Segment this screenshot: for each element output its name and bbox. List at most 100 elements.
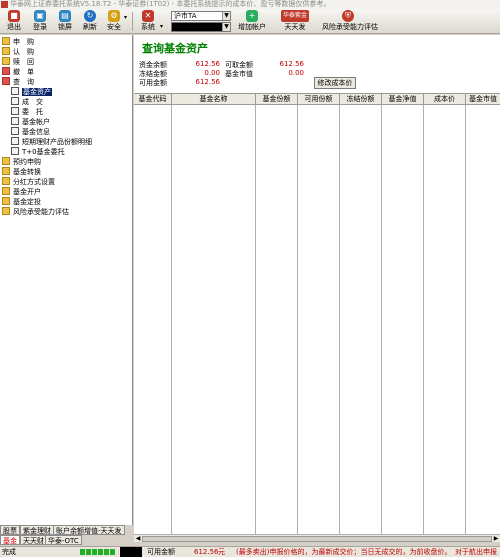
market-value-label: 基金市值 [225, 70, 253, 78]
document-icon [11, 87, 19, 95]
scroll-right-icon[interactable]: ▶ [492, 535, 500, 542]
tree-item-label: 基金开户 [13, 188, 41, 196]
tree-item-short-term-detail[interactable]: 短期理财产品份额明细 [11, 137, 92, 147]
tab-balance-tiantianfa[interactable]: 账户余额增值-天天发 [53, 525, 125, 535]
document-icon [11, 137, 19, 145]
tree-item-label: 风险承受能力评估 [13, 208, 69, 216]
login-icon: ▣ [34, 10, 46, 22]
tree-item-label: T+0基金委托 [22, 148, 65, 156]
exit-button[interactable]: ■ 退出 [1, 10, 27, 33]
security-button[interactable]: ⚙ 安全 [103, 10, 125, 33]
tree-item-fund-info[interactable]: 基金信息 [11, 127, 50, 137]
system-dropdown-icon[interactable]: ▾ [160, 23, 163, 30]
tree-item-subscribe[interactable]: 申 购 [2, 37, 34, 47]
column-header-fund-name[interactable]: 基金名称 [172, 94, 256, 105]
tree-item-risk-assessment[interactable]: 风险承受能力评估 [2, 207, 69, 217]
column-header-market-value[interactable]: 基金市值 [466, 94, 500, 105]
exit-icon: ■ [8, 10, 20, 22]
tree-item-label: 分红方式设置 [13, 178, 55, 186]
tree-item-scheduled-subscribe[interactable]: 预约申购 [2, 157, 41, 167]
toolbar: ■ 退出 ▣ 登录 ▤ 锁屏 ↻ 刷新 ⚙ 安全 ▾ ✕ 系统 ▾ 沪市TA ▼… [0, 9, 500, 34]
folder-icon [2, 47, 10, 55]
add-account-icon: + [246, 10, 258, 22]
column-header-frozen-shares[interactable]: 冻结份额 [340, 94, 382, 105]
tree-item-t0-orders[interactable]: T+0基金委托 [11, 147, 65, 157]
tab-fund[interactable]: 基金 [0, 535, 20, 545]
lock-label: 锁屏 [58, 23, 72, 31]
tree-item-fund-account[interactable]: 基金帐户 [11, 117, 50, 127]
tree-item-auto-invest[interactable]: 基金定投 [2, 197, 41, 207]
account-type-select[interactable]: 沪市TA ▼ [171, 11, 231, 21]
tree-item-ipo-subscribe[interactable]: 认 购 [2, 47, 34, 57]
document-icon [11, 97, 19, 105]
lock-screen-button[interactable]: ▤ 锁屏 [52, 10, 78, 33]
horizontal-scrollbar[interactable]: ◀ ▶ [134, 534, 500, 542]
folder-icon [2, 57, 10, 65]
column-header-fund-shares[interactable]: 基金份额 [256, 94, 298, 105]
connection-indicator [110, 549, 115, 555]
chevron-down-icon[interactable]: ▼ [222, 12, 230, 20]
account-type-value: 沪市TA [174, 12, 197, 20]
chevron-down-icon[interactable]: ▼ [222, 23, 230, 31]
column-header-available-shares[interactable]: 可用份额 [298, 94, 340, 105]
window-title: 华泰网上证券委托系统V5.18.T2 - 华泰证券(1T02) - 本委托系统提… [10, 0, 331, 8]
tab-zijin-finance[interactable]: 紫金理财 [20, 525, 54, 535]
tab-otc[interactable]: 华泰-OTC [45, 535, 82, 545]
tiantianfa-label: 天天发 [284, 23, 306, 31]
tree-item-fund-assets[interactable]: 基金资产 [11, 87, 52, 97]
account-number-select[interactable]: ▼ [171, 22, 231, 32]
tree-item-fund-convert[interactable]: 基金转换 [2, 167, 41, 177]
scrollbar-thumb[interactable] [142, 536, 492, 542]
column-header-cost-price[interactable]: 成本价 [424, 94, 466, 105]
login-button[interactable]: ▣ 登录 [27, 10, 53, 33]
tree-item-label: 短期理财产品份额明细 [22, 138, 92, 146]
tree-item-label: 基金转换 [13, 168, 41, 176]
tree-item-redeem[interactable]: 赎 回 [2, 57, 34, 67]
connection-indicator [98, 549, 103, 555]
folder-icon [2, 177, 10, 185]
withdrawable-value: 612.56 [279, 60, 305, 68]
column-header-fund-code[interactable]: 基金代码 [134, 94, 172, 105]
security-dropdown-icon[interactable]: ▾ [124, 14, 127, 21]
add-account-button[interactable]: + 增加帐户 [237, 10, 267, 33]
document-icon [11, 147, 19, 155]
main-panel: 查询基金资产 资金余额 612.56 可取金额 612.56 冻结金额 0.00… [134, 35, 500, 534]
scroll-left-icon[interactable]: ◀ [134, 535, 142, 542]
fund-assets-table[interactable]: 基金代码 基金名称 基金份额 可用份额 冻结份额 基金净值 成本价 基金市值 [134, 93, 500, 534]
tree-item-label: 认 购 [13, 48, 34, 56]
tree-item-label: 成 交 [22, 98, 43, 106]
tree-item-orders[interactable]: 委 托 [11, 107, 43, 117]
security-label: 安全 [107, 23, 121, 31]
tree-item-label: 撤 单 [13, 68, 34, 76]
tree-item-label: 基金帐户 [22, 118, 50, 126]
system-button[interactable]: ✕ 系统 [135, 10, 161, 33]
tree-item-cancel-order[interactable]: 撤 单 [2, 67, 34, 77]
document-icon [11, 107, 19, 115]
nav-tree: 申 购 认 购 赎 回 撤 单 查 询 基金资产 成 交 委 托 基金帐户 基金… [0, 35, 133, 525]
table-column [424, 105, 466, 534]
column-header-net-value[interactable]: 基金净值 [382, 94, 424, 105]
exit-label: 退出 [7, 23, 21, 31]
modify-cost-button[interactable]: 修改成本价 [314, 77, 356, 89]
table-column [134, 105, 172, 534]
tiantianfa-button[interactable]: 华泰紫金 天天发 [280, 10, 310, 33]
folder-icon [2, 207, 10, 215]
tree-item-label: 申 购 [13, 38, 34, 46]
tab-tiantiancai[interactable]: 天天财 [20, 535, 47, 545]
table-column [382, 105, 424, 534]
table-header: 基金代码 基金名称 基金份额 可用份额 冻结份额 基金净值 成本价 基金市值 [134, 94, 500, 105]
refresh-icon: ↻ [84, 10, 96, 22]
tree-item-query[interactable]: 查 询 [2, 77, 34, 87]
tree-item-dividend-setting[interactable]: 分红方式设置 [2, 177, 55, 187]
lock-icon: ▤ [59, 10, 71, 22]
title-bar: 华泰网上证券委托系统V5.18.T2 - 华泰证券(1T02) - 本委托系统提… [0, 0, 500, 9]
tree-item-open-account[interactable]: 基金开户 [2, 187, 41, 197]
table-column [256, 105, 298, 534]
folder-icon [2, 157, 10, 165]
risk-assessment-label: 风险承受能力评估 [322, 23, 378, 31]
security-icon: ⚙ [108, 10, 120, 22]
refresh-button[interactable]: ↻ 刷新 [77, 10, 103, 33]
tab-stock[interactable]: 股票 [0, 525, 20, 535]
risk-assessment-button[interactable]: ⛨ 风险承受能力评估 [322, 10, 378, 33]
tree-item-trades[interactable]: 成 交 [11, 97, 43, 107]
